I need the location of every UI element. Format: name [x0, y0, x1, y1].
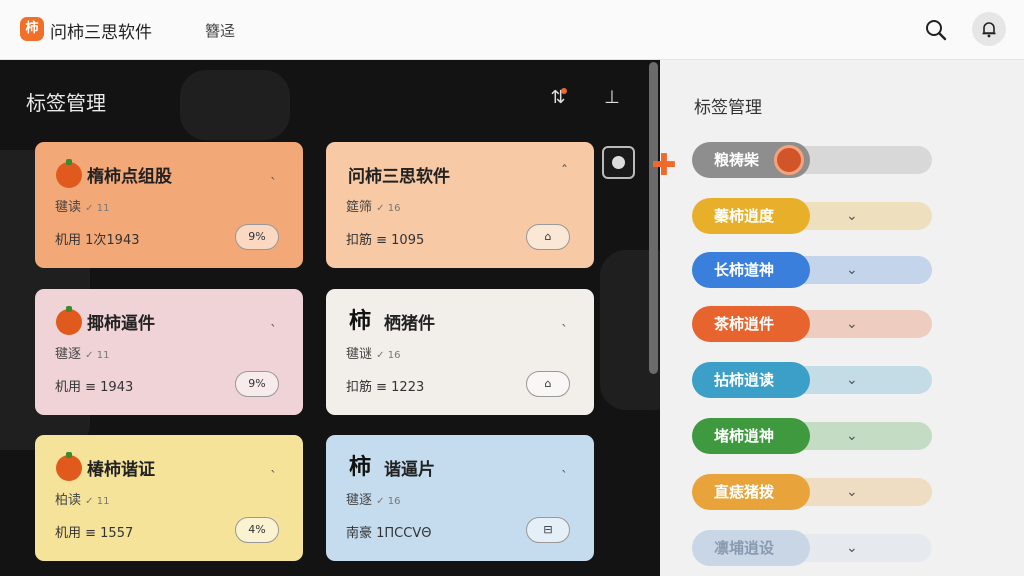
top-bar: 柿 问柿三思软件 簪迳: [0, 0, 1024, 60]
card-stat: 扣筋 ≡ 1223: [346, 380, 425, 395]
toggle-button[interactable]: [602, 146, 635, 179]
card-title: 问柿三思软件: [348, 167, 450, 187]
tag-item[interactable]: 粮祷柴: [692, 142, 992, 182]
chevron-icon[interactable]: ˎ: [270, 164, 277, 180]
card-subtitle: 柏读 ✓ 11: [55, 493, 110, 508]
panel-title: 标签管理: [26, 91, 106, 115]
tag-label[interactable]: 蓁柿逍度: [692, 198, 810, 234]
tag-management-panel: 标签管理 ⇅ ⊥ 楕柿点组股 ˎ 毽读 ✓ 11 机用 1次1943 9% 问柿三思软件 ˆ…: [0, 60, 660, 576]
card-title: 椿柿谐证: [87, 460, 155, 480]
card-title: 谐逼片: [384, 460, 435, 480]
card-action-pill[interactable]: 4%: [235, 517, 279, 543]
fruit-icon: [774, 145, 804, 175]
chevron-icon[interactable]: ˎ: [561, 311, 568, 327]
chevron-down-icon[interactable]: ⌄: [846, 208, 858, 224]
card-subtitle: 毽逐 ✓ 16: [346, 493, 401, 508]
nav-link[interactable]: 簪迳: [205, 20, 235, 41]
card-subtitle: 毽读 ✓ 11: [55, 200, 110, 215]
tag-list-title: 标签管理: [694, 98, 762, 118]
chevron-down-icon[interactable]: ⌄: [846, 372, 858, 388]
kanji-icon: 柿: [348, 455, 371, 480]
tag-item[interactable]: 长柿道神 ⌄: [692, 252, 992, 292]
card-action-pill[interactable]: ⌂: [526, 371, 570, 397]
kanji-icon: 柿: [348, 309, 371, 334]
tag-label[interactable]: 直痣猪拨: [692, 474, 810, 510]
card-subtitle: 毽逐 ✓ 11: [55, 347, 110, 362]
tag-label[interactable]: 堵柿逍神: [692, 418, 810, 454]
tag-card[interactable]: 柿谐逼片 ˎ 毽逐 ✓ 16 南豪 1ΠCCVΘ ⊟: [326, 435, 594, 561]
chevron-down-icon[interactable]: ⌄: [846, 540, 858, 556]
chevron-icon[interactable]: ˎ: [270, 457, 277, 473]
tag-label[interactable]: 茶柿逍件: [692, 306, 810, 342]
chevron-down-icon[interactable]: ⌄: [846, 262, 858, 278]
tag-item[interactable]: 茶柿逍件 ⌄: [692, 306, 992, 346]
card-subtitle: 毽谜 ✓ 16: [346, 347, 401, 362]
tag-item[interactable]: 直痣猪拨 ⌄: [692, 474, 992, 514]
card-action-pill[interactable]: 9%: [235, 224, 279, 250]
tag-item[interactable]: 凛埔逍设 ⌄: [692, 530, 992, 570]
tag-item[interactable]: 蓁柿逍度 ⌄: [692, 198, 992, 238]
search-icon[interactable]: [922, 16, 950, 44]
tag-card[interactable]: 柿栖猪件 ˎ 毽谜 ✓ 16 扣筋 ≡ 1223 ⌂: [326, 289, 594, 415]
card-stat: 扣筋 ≡ 1095: [346, 233, 425, 248]
tag-label[interactable]: 长柿道神: [692, 252, 810, 288]
chevron-icon[interactable]: ˆ: [561, 164, 568, 180]
app-logo: 柿: [20, 17, 44, 41]
notification-dot: [561, 88, 567, 94]
card-stat: 机用 ≡ 1557: [55, 526, 134, 541]
card-stat: 南豪 1ΠCCVΘ: [346, 526, 432, 541]
card-stat: 机用 ≡ 1943: [55, 380, 134, 395]
plus-icon[interactable]: ✚: [650, 151, 678, 181]
card-action-pill[interactable]: ⊟: [526, 517, 570, 543]
chevron-down-icon[interactable]: ⌄: [846, 316, 858, 332]
background-photo-shape: [180, 70, 290, 140]
tag-item[interactable]: 拈柿逍读 ⌄: [692, 362, 992, 402]
card-stat: 机用 1次1943: [55, 233, 140, 248]
tag-label[interactable]: 拈柿逍读: [692, 362, 810, 398]
tag-card[interactable]: 问柿三思软件 ˆ 筵筛 ✓ 16 扣筋 ≡ 1095 ⌂: [326, 142, 594, 268]
scrollbar[interactable]: [649, 62, 658, 374]
tag-card[interactable]: 揶柿逼件 ˎ 毽逐 ✓ 11 机用 ≡ 1943 9%: [35, 289, 303, 415]
card-title: 揶柿逼件: [87, 314, 155, 334]
card-action-pill[interactable]: 9%: [235, 371, 279, 397]
tomato-icon: [55, 306, 83, 336]
chevron-icon[interactable]: ˎ: [561, 457, 568, 473]
tomato-icon: [55, 452, 83, 482]
chevron-down-icon[interactable]: ⌄: [846, 484, 858, 500]
tag-card[interactable]: 椿柿谐证 ˎ 柏读 ✓ 11 机用 ≡ 1557 4%: [35, 435, 303, 561]
card-subtitle: 筵筛 ✓ 16: [346, 200, 401, 215]
tag-item[interactable]: 堵柿逍神 ⌄: [692, 418, 992, 458]
upload-icon[interactable]: ⊥: [602, 88, 622, 108]
tag-card[interactable]: 楕柿点组股 ˎ 毽读 ✓ 11 机用 1次1943 9%: [35, 142, 303, 268]
app-title: 问柿三思软件: [50, 23, 152, 43]
chevron-icon[interactable]: ˎ: [270, 311, 277, 327]
card-title: 楕柿点组股: [87, 167, 172, 187]
chevron-down-icon[interactable]: ⌄: [846, 428, 858, 444]
tomato-icon: [55, 159, 83, 189]
tag-list-panel: 标签管理 ✚ 粮祷柴蓁柿逍度 ⌄ 长柿道神 ⌄ 茶柿逍件 ⌄ 拈柿逍读 ⌄ 堵柿逍神 ⌄ 直痣猪拨 ⌄…: [651, 60, 1024, 576]
bell-icon[interactable]: [972, 12, 1006, 46]
tag-label[interactable]: 凛埔逍设: [692, 530, 810, 566]
card-action-pill[interactable]: ⌂: [526, 224, 570, 250]
card-title: 栖猪件: [384, 314, 435, 334]
